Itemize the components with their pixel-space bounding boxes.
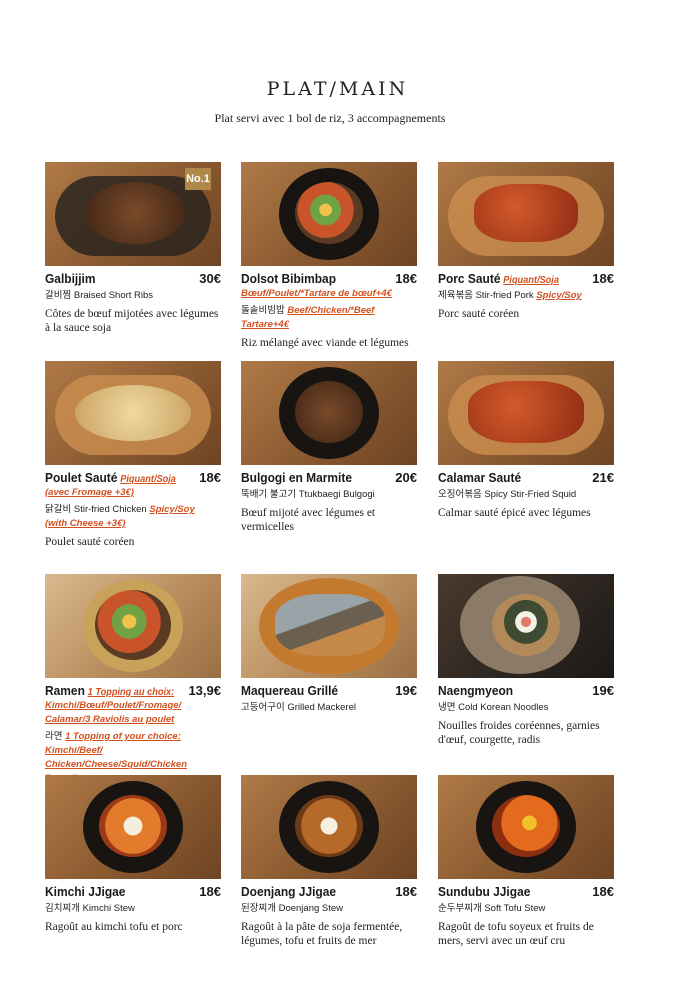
dish-name: Poulet Sauté Piquant/Soja [45,470,176,485]
dish-description: Poulet sauté coréen [45,536,135,548]
korean-label: 제육볶음 Stir-fried Pork [438,290,534,301]
dish-photo-naengmyeon [438,574,614,678]
menu-item-calamar: Calamar Sauté 21€ 오징어볶음 Spicy Stir-Fried… [438,361,614,520]
dish-korean-name: 순두부찌개 Soft Tofu Stew [438,903,546,914]
menu-item-poulet-saute: Poulet Sauté Piquant/Soja 18€ (avec Froma… [45,361,221,549]
dish-korean-name: 돌솥비빔밥 Beef/Chicken/*Beef Tartare+4€ [241,304,417,332]
dish-description: Côtes de bœuf mijotées avec légumes à la… [45,308,219,334]
dish-korean-name: 갈비찜 Braised Short Ribs [45,290,154,301]
dish-name: Kimchi JJigae [45,884,126,899]
dish-photo-kimchi [45,775,221,879]
menu-item-galbijjim: No.1 Galbijjim 30€ 갈비찜 Braised Short Rib… [45,162,221,335]
dish-photo-maquereau [241,574,417,678]
dish-name: Porc Sauté Piquant/Soja [438,271,559,286]
menu-item-doenjang-jjigae: Doenjang JJigae 18€ 된장찌개 Doenjang Stew R… [241,775,417,948]
menu-item-sundubu-jjigae: Sundubu JJigae 18€ 순두부찌개 Soft Tofu Stew … [438,775,614,948]
dish-description: Ragoût à la pâte de soja fermentée, légu… [241,921,403,947]
dish-name: Doenjang JJigae [241,884,337,899]
dish-option: Piquant/Soja [503,275,559,286]
dish-name: Galbijjim [45,271,96,286]
dish-option: 1 Topping au choix: [87,687,175,698]
korean-label: 돌솥비빔밥 [241,305,285,316]
dish-description: Nouilles froides coréennes, garnies d'œu… [438,720,600,746]
dish-photo-porc [438,162,614,266]
dish-price: 18€ [395,271,417,286]
dish-name-text: Porc Sauté [438,271,501,286]
dish-korean-name: 닭갈비 Stir-fried Chicken Spicy/Soy (with Ch… [45,503,221,531]
korean-option: Spicy/Soy [536,290,582,301]
dish-price: 18€ [592,271,614,286]
dish-korean-name: 김치찌개 Kimchi Stew [45,903,135,914]
dish-price: 18€ [199,470,221,485]
dish-description: Bœuf mijoté avec légumes et vermicelles [241,507,376,533]
menu-item-bulgogi: Bulgogi en Marmite 20€ 뚝배기 불고기 Ttukbaegi… [241,361,417,534]
dish-price: 18€ [592,884,614,899]
menu-item-kimchi-jjigae: Kimchi JJigae 18€ 김치찌개 Kimchi Stew Ragoû… [45,775,221,934]
dish-photo-sundubu [438,775,614,879]
dish-name: Naengmyeon [438,683,514,698]
dish-price: 19€ [395,683,417,698]
dish-description: Ragoût au kimchi tofu et porc [45,921,183,933]
dish-photo-bibimbap [241,162,417,266]
dish-price: 30€ [199,271,221,286]
dish-description: Porc sauté coréen [438,308,520,320]
korean-option: Spicy/Soy [149,504,195,515]
dish-price: 18€ [199,884,221,899]
dish-korean-name: 뚝배기 불고기 Ttukbaegi Bulgogi [241,489,375,500]
dish-description: Riz mélangé avec viande et légumes [241,337,409,349]
dish-korean-name: 냉면 Cold Korean Noodles [438,702,549,713]
dish-name: Sundubu JJigae [438,884,531,899]
dish-photo-calamar [438,361,614,465]
dish-korean-name: 고등어구이 Grilled Mackerel [241,702,356,713]
dish-price: 21€ [592,470,614,485]
korean-label: 라면 [45,731,63,742]
dish-photo-galbijjim: No.1 [45,162,221,266]
dish-name-text: Poulet Sauté [45,470,118,485]
dish-description: Ragoût de tofu soyeux et fruits de mers,… [438,921,594,947]
dish-photo-ramen [45,574,221,678]
menu-item-maquereau: Maquereau Grillé 19€ 고등어구이 Grilled Macke… [241,574,417,715]
dish-name: Maquereau Grillé [241,683,339,698]
dish-name: Bulgogi en Marmite [241,470,352,485]
dish-photo-bulgogi [241,361,417,465]
dish-price: 13,9€ [188,683,221,698]
dish-option: Piquant/Soja [120,474,176,485]
dish-price: 18€ [395,884,417,899]
dish-korean-name: 된장찌개 Doenjang Stew [241,903,344,914]
dish-name: Dolsot Bibimbap [241,271,337,286]
menu-item-porc-saute: Porc Sauté Piquant/Soja 18€ 제육볶음 Stir-fri… [438,162,614,321]
dish-photo-poulet [45,361,221,465]
dish-korean-name: 제육볶음 Stir-fried Pork Spicy/Soy [438,289,614,303]
no1-badge: No.1 [185,168,211,190]
menu-item-dolsot-bibimbap: Dolsot Bibimbap 18€ Bœuf/Poulet/*Tartare… [241,162,417,350]
dish-name-text: Ramen [45,683,85,698]
page-title: PLAT/MAIN [266,78,409,100]
dish-name: Ramen 1 Topping au choix: [45,683,174,698]
dish-name: Calamar Sauté [438,470,522,485]
dish-photo-doenjang [241,775,417,879]
dish-option-line: Kimchi/Bœuf/Poulet/Fromage/ Calamar/3 Ra… [45,700,182,725]
korean-label: 닭갈비 Stir-fried Chicken [45,504,147,515]
korean-option-line: (with Cheese +3€) [45,518,126,529]
dish-price: 19€ [592,683,614,698]
menu-item-ramen: Ramen 1 Topping au choix: 13,9€ Kimchi/Bœ… [45,574,221,786]
menu-item-naengmyeon: Naengmyeon 19€ 냉면 Cold Korean Noodles No… [438,574,614,747]
dish-korean-name: 오징어볶음 Spicy Stir-Fried Squid [438,489,577,500]
dish-price: 20€ [395,470,417,485]
page-subtitle: Plat servi avec 1 bol de riz, 3 accompag… [214,111,446,125]
dish-option-line: Bœuf/Poulet/*Tartare de bœuf+4€ [241,288,392,299]
dish-option-line: (avec Fromage +3€) [45,487,134,498]
dish-description: Calmar sauté épicé avec légumes [438,507,591,519]
